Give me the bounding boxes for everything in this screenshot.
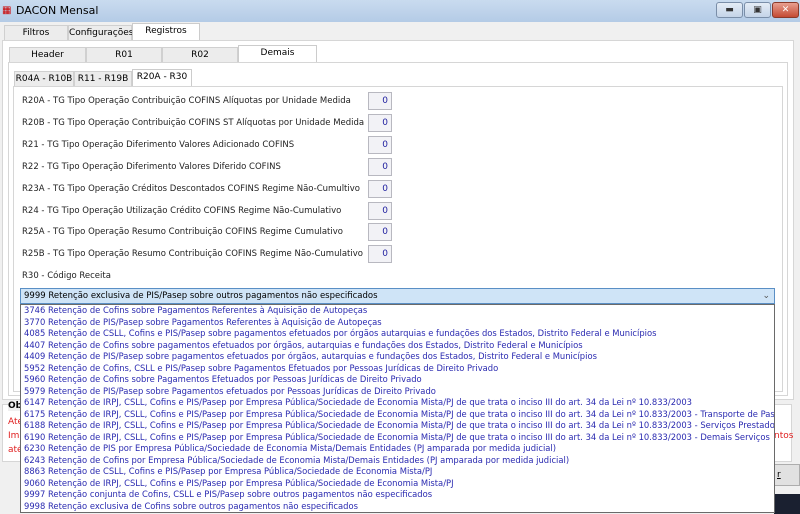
- r30-codigo-receita-select[interactable]: 9999 Retenção exclusiva de PIS/Pasep sob…: [20, 288, 775, 304]
- option-item[interactable]: 6188 Retenção de IRPJ, CSLL, Cofins e PI…: [21, 420, 774, 432]
- field-label: R25B - TG Tipo Operação Resumo Contribui…: [22, 249, 363, 260]
- maximize-button[interactable]: ▣: [744, 2, 771, 18]
- option-item[interactable]: 6230 Retenção de PIS por Empresa Pública…: [21, 443, 774, 455]
- field-label: R25A - TG Tipo Operação Resumo Contribui…: [22, 227, 343, 238]
- option-item[interactable]: 6147 Retenção de IRPJ, CSLL, Cofins e PI…: [21, 397, 774, 409]
- tab-r02[interactable]: R02: [162, 47, 238, 63]
- field-value-input[interactable]: 0: [368, 135, 392, 154]
- window-title: DACON Mensal: [16, 4, 99, 17]
- r30-label: R30 - Código Receita: [22, 271, 111, 281]
- tab-r11-r19b[interactable]: R11 - R19B: [74, 71, 132, 87]
- option-item[interactable]: 3746 Retenção de Cofins sobre Pagamentos…: [21, 305, 774, 317]
- field-label: R23A - TG Tipo Operação Créditos Descont…: [22, 183, 360, 194]
- maximize-icon: ▣: [753, 5, 762, 15]
- tab-r20a-r30[interactable]: R20A - R30: [132, 69, 192, 87]
- field-label: R20A - TG Tipo Operação Contribuição COF…: [22, 96, 351, 106]
- minimize-button[interactable]: ▬: [716, 2, 743, 18]
- tab-r01[interactable]: R01: [86, 47, 162, 63]
- r30-options-list[interactable]: 3746 Retenção de Cofins sobre Pagamentos…: [20, 304, 775, 513]
- option-item[interactable]: 6243 Retenção de Cofins por Empresa Públ…: [21, 455, 774, 467]
- selected-value: 9999 Retenção exclusiva de PIS/Pasep sob…: [24, 291, 378, 301]
- option-item[interactable]: 9997 Retenção conjunta de Cofins, CSLL e…: [21, 489, 774, 501]
- tab-header[interactable]: Header: [9, 47, 86, 63]
- option-item[interactable]: 8863 Retenção de CSLL, Cofins e PIS/Pase…: [21, 466, 774, 478]
- field-value-input[interactable]: 0: [368, 201, 392, 220]
- option-item[interactable]: 5960 Retenção de Cofins sobre Pagamentos…: [21, 374, 774, 386]
- app-logo-icon: ▦: [2, 5, 12, 16]
- field-value-input[interactable]: 0: [368, 113, 392, 132]
- field-label: R22 - TG Tipo Operação Diferimento Valor…: [22, 161, 281, 172]
- option-item[interactable]: 5952 Retenção de Cofins, CSLL e PIS/Pase…: [21, 363, 774, 375]
- option-item[interactable]: 6190 Retenção de IRPJ, CSLL, Cofins e PI…: [21, 432, 774, 444]
- option-item[interactable]: 9999 Retenção exclusiva de PIS/Pasep sob…: [21, 512, 774, 513]
- option-item[interactable]: 4409 Retenção de PIS/Pasep sobre pagamen…: [21, 351, 774, 363]
- option-item[interactable]: 4085 Retenção de CSLL, Cofins e PIS/Pase…: [21, 328, 774, 340]
- field-value-input[interactable]: 0: [368, 179, 392, 198]
- field-value-input[interactable]: 0: [368, 223, 392, 242]
- option-item[interactable]: 5979 Retenção de PIS/Pasep sobre Pagamen…: [21, 386, 774, 398]
- taskbar: [774, 494, 800, 514]
- field-label: R24 - TG Tipo Operação Utilização Crédit…: [22, 205, 342, 216]
- obs-line-fragment: ntos: [774, 431, 794, 441]
- field-label: R20B - TG Tipo Operação Contribuição COF…: [22, 117, 365, 128]
- field-label: R21 - TG Tipo Operação Diferimento Valor…: [22, 139, 295, 150]
- close-button[interactable]: ✕: [772, 2, 799, 18]
- option-item[interactable]: 9998 Retenção exclusiva de Cofins sobre …: [21, 501, 774, 513]
- chevron-down-icon: ⌄: [762, 291, 770, 301]
- field-value-input[interactable]: 0: [368, 92, 392, 110]
- field-value-input[interactable]: 0: [368, 245, 392, 264]
- field-value-input[interactable]: 0: [368, 157, 392, 176]
- close-icon: ✕: [781, 5, 790, 15]
- option-item[interactable]: 6175 Retenção de IRPJ, CSLL, Cofins e PI…: [21, 409, 774, 421]
- tab-demais-registros[interactable]: Demais Registros: [238, 45, 317, 73]
- tab-filtros[interactable]: Filtros: [4, 25, 68, 41]
- option-item[interactable]: 3770 Retenção de PIS/Pasep sobre Pagamen…: [21, 317, 774, 329]
- tab-configuracoes[interactable]: Configurações: [68, 25, 133, 41]
- option-item[interactable]: 4407 Retenção de Cofins sobre pagamentos…: [21, 340, 774, 352]
- option-item[interactable]: 9060 Retenção de IRPJ, CSLL, Cofins e PI…: [21, 478, 774, 490]
- tab-registros[interactable]: Registros: [132, 23, 200, 41]
- title-bar: ▦ DACON Mensal ▬ ▣ ✕: [0, 0, 800, 22]
- minimize-icon: ▬: [725, 5, 734, 15]
- tab-r04a-r10b[interactable]: R04A - R10B: [14, 71, 74, 87]
